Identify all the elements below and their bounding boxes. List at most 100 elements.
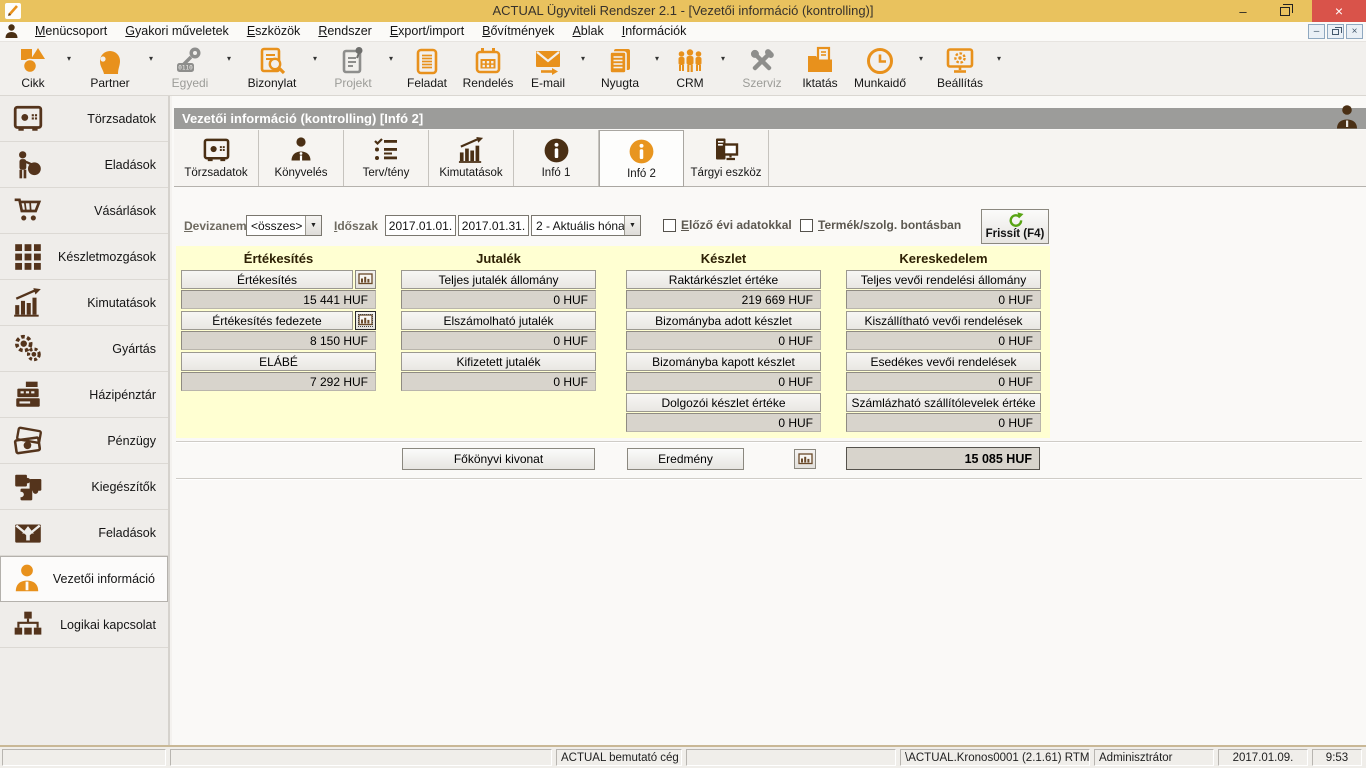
tab-konyveles[interactable]: Könyvelés: [259, 130, 344, 186]
esedekes-rendelesek-button[interactable]: Esedékes vevői rendelések: [846, 352, 1041, 371]
refresh-button[interactable]: Frissít (F4): [981, 209, 1049, 244]
combo-arrow-icon[interactable]: ▼: [624, 216, 640, 235]
sidebar-item-torzsadatok[interactable]: Törzsadatok: [0, 96, 168, 142]
elszamolhato-jutalek-button[interactable]: Elszámolható jutalék: [401, 311, 596, 330]
date-from-input[interactable]: [385, 215, 456, 236]
accountant-icon: [287, 136, 315, 164]
result-button[interactable]: Eredmény: [627, 448, 744, 470]
period-preset-select[interactable]: 2 - Aktuális hónap ▼: [531, 215, 641, 236]
toolbar-item-iktatas[interactable]: Iktatás: [794, 42, 846, 96]
toolbar-item-feladat[interactable]: Feladat: [398, 42, 456, 96]
sidebar-item-hazipenztar[interactable]: Házipénztár: [0, 372, 168, 418]
sidebar-item-eladasok[interactable]: Eladások: [0, 142, 168, 188]
mdi-close-button[interactable]: ×: [1346, 24, 1363, 39]
sidebar-item-keszletmozgasok[interactable]: Készletmozgások: [0, 234, 168, 280]
page-title: Vezetői információ (kontrolling) [Infó 2…: [182, 111, 423, 126]
checkbox-icon[interactable]: [800, 219, 813, 232]
dropdown-caret-icon[interactable]: ▾: [144, 54, 158, 63]
raktarkeszlet-button[interactable]: Raktárkészlet értéke: [626, 270, 821, 289]
prev-year-checkbox[interactable]: Előző évi adatokkal: [663, 218, 792, 232]
tab-torzsadatok[interactable]: Törzsadatok: [174, 130, 259, 186]
dolgozoi-keszlet-button[interactable]: Dolgozói készlet értéke: [626, 393, 821, 412]
toolbar-item-label: E-mail: [531, 76, 565, 91]
kifizetett-jutalek-button[interactable]: Kifizetett jutalék: [401, 352, 596, 371]
sidebar-item-feladasok[interactable]: Feladások: [0, 510, 168, 556]
sidebar-item-label: Kimutatások: [56, 296, 168, 310]
dropdown-caret-icon[interactable]: ▾: [716, 54, 730, 63]
dropdown-caret-icon[interactable]: ▾: [576, 54, 590, 63]
sidebar-item-vasarlasok[interactable]: Vásárlások: [0, 188, 168, 234]
teljes-jutalek-value: 0 HUF: [401, 290, 596, 309]
kiszallithato-rendelesek-button[interactable]: Kiszállítható vevői rendelések: [846, 311, 1041, 330]
ledger-button[interactable]: Főkönyvi kivonat: [402, 448, 595, 470]
toolbar-item-email[interactable]: E-mail: [520, 42, 576, 96]
date-to-input[interactable]: [458, 215, 529, 236]
menu-export-import[interactable]: Export/import: [381, 22, 473, 41]
mdi-restore-button[interactable]: [1327, 24, 1344, 39]
dropdown-caret-icon[interactable]: ▾: [222, 54, 236, 63]
mdi-minimize-button[interactable]: –: [1308, 24, 1325, 39]
sidebar-item-label: Törzsadatok: [56, 112, 168, 126]
close-button[interactable]: ×: [1312, 0, 1366, 22]
sidebar-item-kimutatasok[interactable]: Kimutatások: [0, 280, 168, 326]
dropdown-caret-icon[interactable]: ▾: [914, 54, 928, 63]
column-kereskedelem: Kereskedelem Teljes vevői rendelési állo…: [846, 246, 1041, 432]
teljes-jutalek-button[interactable]: Teljes jutalék állomány: [401, 270, 596, 289]
menu-ablak[interactable]: Ablak: [563, 22, 612, 41]
menu-bovitmenyek[interactable]: Bővítmények: [473, 22, 563, 41]
toolbar-item-cikk[interactable]: Cikk: [4, 42, 62, 96]
tab-targyi-eszkoz[interactable]: Tárgyi eszköz: [684, 130, 769, 186]
dropdown-caret-icon[interactable]: ▾: [384, 54, 398, 63]
dropdown-caret-icon[interactable]: ▾: [62, 54, 76, 63]
chart-popup-button[interactable]: [355, 311, 376, 330]
toolbar-item-crm[interactable]: CRM: [664, 42, 716, 96]
mdi-window-controls: – ×: [1308, 24, 1363, 39]
sidebar-item-kiegeszitok[interactable]: Kiegészítők: [0, 464, 168, 510]
toolbar-item-label: Munkaidő: [854, 76, 906, 91]
toolbar-item-beallitas[interactable]: Beállítás: [928, 42, 992, 96]
elabe-button[interactable]: ELÁBÉ: [181, 352, 376, 371]
menu-gyakori-muveletek[interactable]: Gyakori műveletek: [116, 22, 238, 41]
chart-popup-button[interactable]: [355, 270, 376, 289]
teljes-vevoi-rendelesi-button[interactable]: Teljes vevői rendelési állomány: [846, 270, 1041, 289]
toolbar-item-munkaido[interactable]: Munkaidő: [846, 42, 914, 96]
tab-kimutatasok[interactable]: Kimutatások: [429, 130, 514, 186]
bizomanyba-adott-button[interactable]: Bizományba adott készlet: [626, 311, 821, 330]
tab-label: Kimutatások: [439, 167, 502, 179]
ertekesites-fedezete-button[interactable]: Értékesítés fedezete: [181, 311, 353, 330]
sidebar-item-logikai-kapcsolat[interactable]: Logikai kapcsolat: [0, 602, 168, 648]
menu-menucsoport[interactable]: Menücsoport: [26, 22, 116, 41]
checkbox-icon[interactable]: [663, 219, 676, 232]
menu-rendszer[interactable]: Rendszer: [309, 22, 381, 41]
sidebar-item-gyartas[interactable]: Gyártás: [0, 326, 168, 372]
tab-info-2[interactable]: Infó 2: [599, 130, 684, 187]
minimize-button[interactable]: –: [1226, 0, 1260, 22]
szamlazhato-szallitolevelek-button[interactable]: Számlázható szállítólevelek értéke: [846, 393, 1041, 412]
dropdown-caret-icon[interactable]: ▾: [308, 54, 322, 63]
menu-eszkozok[interactable]: Eszközök: [238, 22, 310, 41]
sidebar-item-vezetoi-informacio[interactable]: Vezetői információ: [0, 556, 168, 602]
combo-arrow-icon[interactable]: ▼: [305, 216, 321, 235]
sidebar-item-label: Vásárlások: [56, 204, 168, 218]
menu-informaciok[interactable]: Információk: [613, 22, 696, 41]
bizomanyba-kapott-button[interactable]: Bizományba kapott készlet: [626, 352, 821, 371]
product-split-checkbox[interactable]: Termék/szolg. bontásban: [800, 218, 961, 232]
currency-select[interactable]: <összes> ▼: [246, 215, 322, 236]
toolbar-item-nyugta[interactable]: Nyugta: [590, 42, 650, 96]
tab-terv-teny[interactable]: Terv/tény: [344, 130, 429, 186]
dropdown-caret-icon[interactable]: ▾: [650, 54, 664, 63]
chart-popup-button[interactable]: [794, 449, 816, 469]
toolbar-item-label: Egyedi: [172, 76, 209, 91]
toolbar-item-bizonylat[interactable]: Bizonylat: [236, 42, 308, 96]
toolbar-item-partner[interactable]: Partner: [76, 42, 144, 96]
ertekesites-button[interactable]: Értékesítés: [181, 270, 353, 289]
sidebar-item-penzugy[interactable]: Pénzügy: [0, 418, 168, 464]
toolbar-item-rendeles[interactable]: Rendelés: [456, 42, 520, 96]
tab-label: Terv/tény: [363, 167, 410, 179]
divider: [176, 441, 1362, 443]
gears-icon: [12, 333, 44, 365]
tab-info-1[interactable]: Infó 1: [514, 130, 599, 186]
restore-button[interactable]: [1268, 0, 1302, 22]
title-bar: ACTUAL Ügyviteli Rendszer 2.1 - [Vezetői…: [0, 0, 1366, 22]
dropdown-caret-icon[interactable]: ▾: [992, 54, 1006, 63]
